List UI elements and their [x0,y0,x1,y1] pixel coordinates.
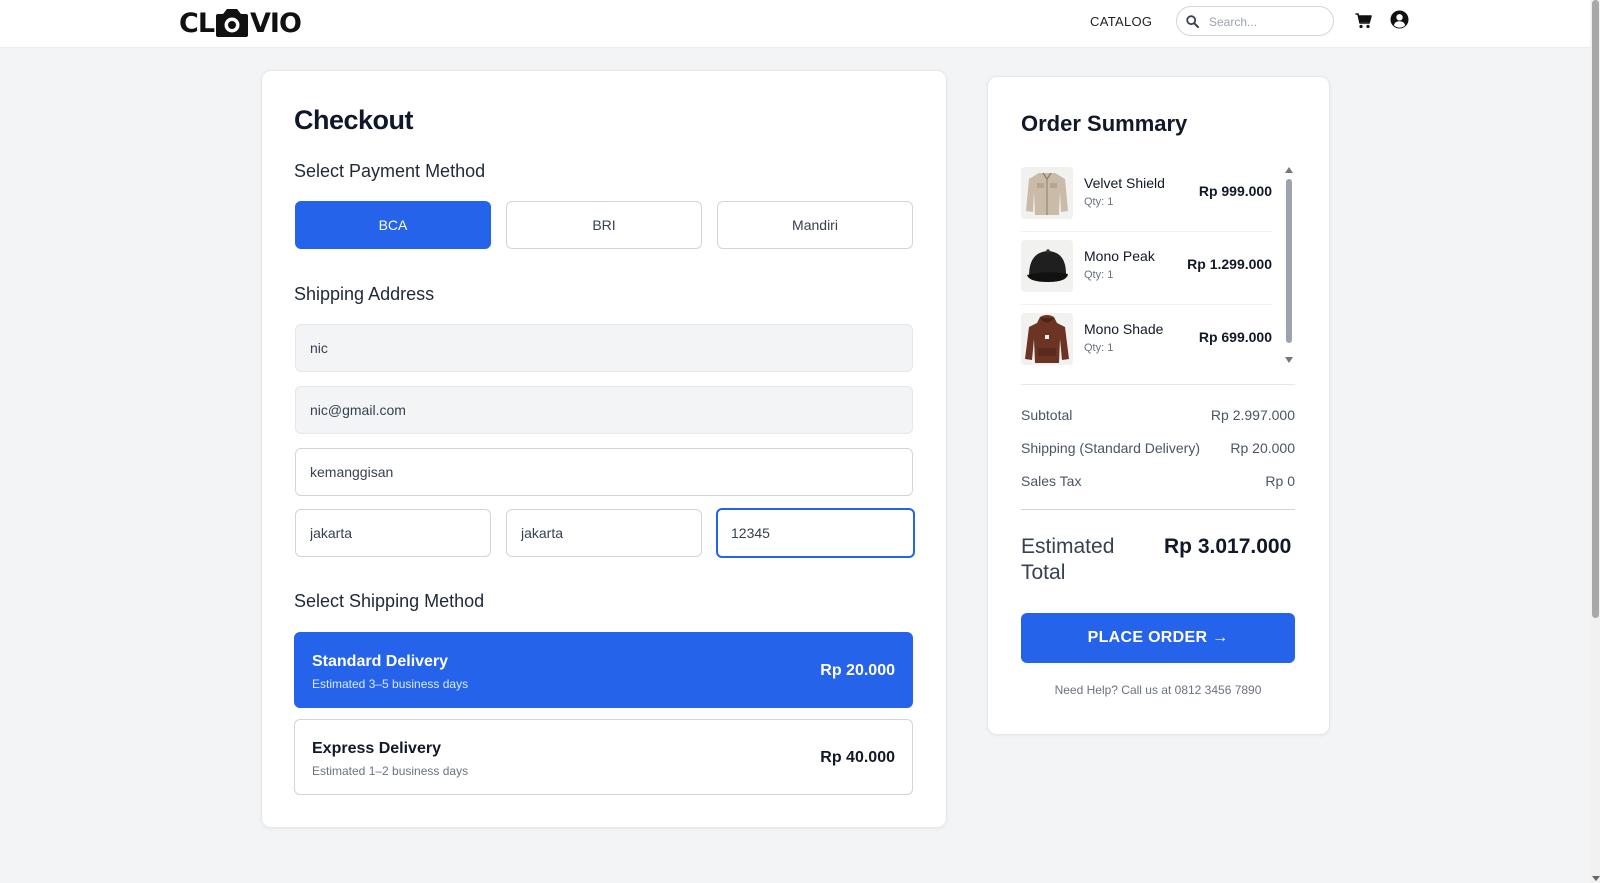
product-image-hoodie [1021,313,1073,365]
shipping-section-title: Select Shipping Method [294,591,485,611]
top-navbar: CL VIO CATALOG [0,0,1590,48]
item-qty: Qty: 1 [1084,342,1114,354]
scroll-down-arrow-icon[interactable] [1592,876,1600,881]
nav-link-catalog[interactable]: CATALOG [1090,14,1152,29]
item-price: Rp 699.000 [1198,329,1272,345]
item-divider [1021,231,1272,232]
payment-option-mandiri[interactable]: Mandiri [717,201,913,249]
item-qty: Qty: 1 [1084,196,1114,208]
item-price: Rp 999.000 [1198,183,1272,199]
page-title: Checkout [294,105,414,135]
shipping-row: Shipping (Standard Delivery) Rp 20.000 [1021,440,1295,456]
shipping-option-name: Standard Delivery [312,653,449,670]
logo-text-right: VIO [250,7,302,39]
tax-value: Rp 0 [1265,473,1295,489]
shipping-option-express[interactable]: Express Delivery Estimated 1–2 business … [294,719,913,795]
shipping-option-standard[interactable]: Standard Delivery Estimated 3–5 business… [294,632,913,708]
page-scrollbar-thumb[interactable] [1592,0,1599,618]
item-divider [1021,304,1272,305]
brand-logo[interactable]: CL VIO [179,5,302,41]
payment-section-title: Select Payment Method [294,161,486,181]
order-summary-title: Order Summary [1021,111,1188,136]
tax-row: Sales Tax Rp 0 [1021,473,1295,489]
city-field[interactable] [295,509,491,557]
search-icon [1186,15,1199,28]
payment-option-bca[interactable]: BCA [295,201,491,249]
email-field[interactable] [295,386,913,434]
shipping-value: Rp 20.000 [1230,440,1295,456]
item-name: Velvet Shield [1084,175,1165,191]
shipping-option-name: Express Delivery [312,740,441,757]
user-icon[interactable] [1390,10,1409,29]
page-scrollbar[interactable] [1590,0,1600,883]
checkout-card: Checkout Select Payment Method BCA BRI M… [261,70,947,828]
scroll-up-icon[interactable] [1285,167,1293,173]
cart-icon[interactable] [1355,13,1372,29]
cart-item: Mono Shade Qty: 1 Rp 699.000 [1021,311,1272,371]
product-image-cap [1021,240,1073,292]
estimated-total-value: Rp 3.017.000 [1164,535,1292,558]
name-field[interactable] [295,324,913,372]
camera-logo-icon [215,8,249,38]
estimated-total-label: Estimated Total [1021,535,1115,584]
postal-code-field[interactable] [716,508,915,558]
payment-option-bri[interactable]: BRI [506,201,702,249]
shipping-option-eta: Estimated 1–2 business days [312,764,469,778]
shipping-option-price: Rp 40.000 [820,749,895,766]
help-text: Need Help? Call us at 0812 3456 7890 [1054,683,1262,697]
street-address-field[interactable] [295,448,913,496]
item-qty: Qty: 1 [1084,269,1114,281]
scrollbar-thumb[interactable] [1286,179,1292,343]
cart-item: Velvet Shield Qty: 1 Rp 999.000 [1021,165,1272,225]
place-order-button[interactable]: PLACE ORDER → [1021,613,1295,663]
subtotal-value: Rp 2.997.000 [1210,407,1295,423]
product-image-jacket [1021,167,1073,219]
items-scrollbar[interactable] [1285,167,1293,363]
logo-text-left: CL [179,7,215,39]
item-name: Mono Peak [1084,248,1155,264]
summary-divider [1021,384,1295,385]
order-summary-card: Order Summary Velvet Shield Qty: 1 Rp 99… [987,76,1330,735]
subtotal-label: Subtotal [1021,407,1073,423]
search-input[interactable] [1207,11,1329,33]
shipping-option-price: Rp 20.000 [820,662,895,679]
subtotal-row: Subtotal Rp 2.997.000 [1021,407,1295,423]
cart-item: Mono Peak Qty: 1 Rp 1.299.000 [1021,238,1272,298]
tax-label: Sales Tax [1021,473,1082,489]
shipping-label: Shipping (Standard Delivery) [1021,440,1200,456]
province-field[interactable] [506,509,702,557]
item-price: Rp 1.299.000 [1187,256,1272,272]
scroll-down-icon[interactable] [1285,357,1293,363]
shipping-option-eta: Estimated 3–5 business days [312,677,469,691]
address-section-title: Shipping Address [294,284,435,304]
search-box[interactable] [1176,6,1334,36]
total-divider [1021,509,1295,510]
item-name: Mono Shade [1084,321,1164,337]
